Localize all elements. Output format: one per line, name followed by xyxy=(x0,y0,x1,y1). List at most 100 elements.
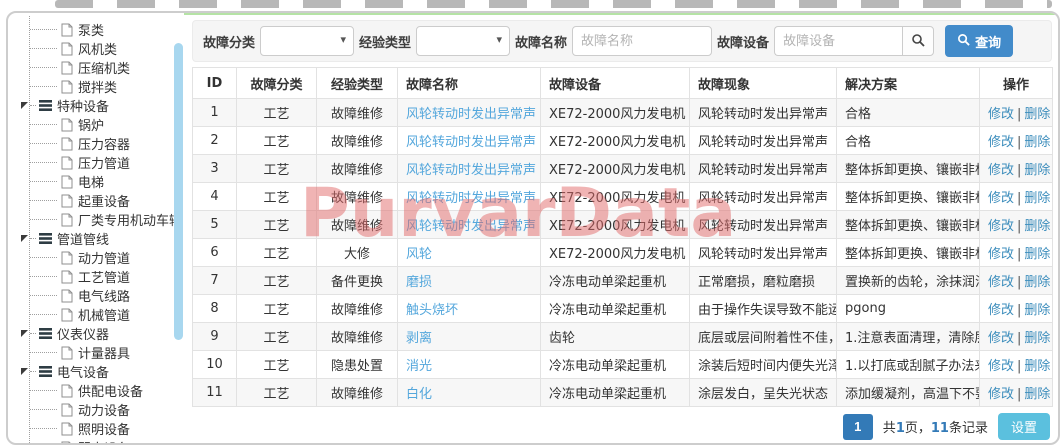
delete-link[interactable]: 删除 xyxy=(1024,303,1050,318)
tree-item[interactable]: 压力管道 xyxy=(8,153,184,172)
tree-item[interactable]: 供配电设备 xyxy=(8,381,184,400)
tree-item[interactable]: 动力设备 xyxy=(8,400,184,419)
delete-link[interactable]: 删除 xyxy=(1024,107,1050,122)
fault-name-link[interactable]: 剥离 xyxy=(406,331,432,346)
fault-name-link[interactable]: 风轮转动时发出异常声 xyxy=(406,163,536,178)
settings-button[interactable]: 设置 xyxy=(998,413,1050,440)
edit-link[interactable]: 修改 xyxy=(988,135,1014,150)
delete-link[interactable]: 删除 xyxy=(1024,387,1050,402)
delete-link[interactable]: 删除 xyxy=(1024,359,1050,374)
tree-item[interactable]: 特种设备 xyxy=(8,96,184,115)
file-icon xyxy=(61,194,73,208)
file-icon xyxy=(61,213,73,227)
tree-item[interactable]: 厂类专用机动车辆 xyxy=(8,210,184,229)
cell-solution: 1.注意表面清理，清除层间污染 xyxy=(837,323,980,351)
tree-item[interactable]: 计量器具 xyxy=(8,343,184,362)
column-header-phenomenon: 故障现象 xyxy=(690,68,837,99)
cell-category: 工艺 xyxy=(237,99,317,127)
file-icon xyxy=(61,308,73,322)
tree-item[interactable]: 压力容器 xyxy=(8,134,184,153)
experience-type-select[interactable] xyxy=(416,26,510,56)
tree-item[interactable]: 风机类 xyxy=(8,39,184,58)
fault-name-link[interactable]: 风轮转动时发出异常声 xyxy=(406,135,536,150)
fault-name-link[interactable]: 触头烧坏 xyxy=(406,303,458,318)
cell-device: 冷冻电动单梁起重机 xyxy=(541,379,690,407)
edit-link[interactable]: 修改 xyxy=(988,219,1014,234)
tree-item[interactable]: 管道管线 xyxy=(8,229,184,248)
fault-device-input[interactable] xyxy=(774,26,902,56)
delete-link[interactable]: 删除 xyxy=(1024,135,1050,150)
cell-phenomenon: 风轮转动时发出异常声 xyxy=(690,99,837,127)
tree-item[interactable]: 电气线路 xyxy=(8,286,184,305)
delete-link[interactable]: 删除 xyxy=(1024,247,1050,262)
delete-link[interactable]: 删除 xyxy=(1024,219,1050,234)
edit-link[interactable]: 修改 xyxy=(988,191,1014,206)
tree-item[interactable]: 仪表仪器 xyxy=(8,324,184,343)
cell-type: 故障维修 xyxy=(317,323,398,351)
edit-link[interactable]: 修改 xyxy=(988,275,1014,290)
tree-expand-toggle-icon[interactable] xyxy=(21,368,28,375)
edit-link[interactable]: 修改 xyxy=(988,331,1014,346)
table-row: 11 工艺 故障维修 白化 冷冻电动单梁起重机 涂层发白，呈失光状态 添加缓凝剂… xyxy=(193,379,1053,407)
cell-id: 4 xyxy=(193,183,237,211)
cell-name: 磨损 xyxy=(398,267,541,295)
table-row: 6 工艺 大修 风轮 XE72-2000风力发电机 风轮转动时发出异常声 整体拆… xyxy=(193,239,1053,267)
tree-expand-toggle-icon[interactable] xyxy=(21,235,28,242)
delete-link[interactable]: 删除 xyxy=(1024,275,1050,290)
tree-item[interactable]: 机械管道 xyxy=(8,305,184,324)
tree-expand-toggle-icon[interactable] xyxy=(21,330,28,337)
tree-item[interactable]: 电梯 xyxy=(8,172,184,191)
fault-name-link[interactable]: 风轮转动时发出异常声 xyxy=(406,219,536,234)
cell-actions: 修改|删除 xyxy=(980,323,1053,351)
cell-device: XE72-2000风力发电机 xyxy=(541,155,690,183)
fault-category-select[interactable] xyxy=(260,26,354,56)
main-panel: 故障分类 经验类型 故障名称 故障设备 xyxy=(184,13,1058,443)
delete-link[interactable]: 删除 xyxy=(1024,191,1050,206)
cell-device: XE72-2000风力发电机 xyxy=(541,183,690,211)
action-separator: | xyxy=(1017,359,1021,374)
page-number-button[interactable]: 1 xyxy=(843,414,873,440)
tree-item-label: 机械管道 xyxy=(78,305,130,324)
cell-id: 5 xyxy=(193,211,237,239)
tree-item[interactable]: 照明设备 xyxy=(8,419,184,438)
tree-item[interactable]: 锅炉 xyxy=(8,115,184,134)
delete-link[interactable]: 删除 xyxy=(1024,163,1050,178)
delete-link[interactable]: 删除 xyxy=(1024,331,1050,346)
edit-link[interactable]: 修改 xyxy=(988,107,1014,122)
cell-category: 工艺 xyxy=(237,351,317,379)
fault-name-link[interactable]: 风轮 xyxy=(406,247,432,262)
list-icon xyxy=(39,100,52,111)
edit-link[interactable]: 修改 xyxy=(988,303,1014,318)
fault-name-link[interactable]: 白化 xyxy=(406,387,432,402)
tree-item[interactable]: 动力管道 xyxy=(8,248,184,267)
tree-item[interactable]: 压缩机类 xyxy=(8,58,184,77)
fault-name-link[interactable]: 风轮转动时发出异常声 xyxy=(406,191,536,206)
tree-item-label: 计量器具 xyxy=(78,343,130,362)
cell-id: 8 xyxy=(193,295,237,323)
fault-name-link[interactable]: 风轮转动时发出异常声 xyxy=(406,107,536,122)
edit-link[interactable]: 修改 xyxy=(988,163,1014,178)
tree-item-label: 弱电设备 xyxy=(78,438,130,443)
tree-item[interactable]: 搅拌类 xyxy=(8,77,184,96)
query-button[interactable]: 查询 xyxy=(945,25,1013,57)
column-header-name: 故障名称 xyxy=(398,68,541,99)
edit-link[interactable]: 修改 xyxy=(988,387,1014,402)
edit-link[interactable]: 修改 xyxy=(988,247,1014,262)
tree-item[interactable]: 泵类 xyxy=(8,20,184,39)
file-icon xyxy=(61,403,73,417)
tree-item[interactable]: 起重设备 xyxy=(8,191,184,210)
device-search-button[interactable] xyxy=(902,26,934,56)
table-header-row: ID 故障分类 经验类型 故障名称 故障设备 故障现象 解决方案 操作 xyxy=(193,68,1053,99)
tree-item[interactable]: 弱电设备 xyxy=(8,438,184,443)
sidebar-scrollbar[interactable] xyxy=(174,43,183,340)
tree-item-label: 工艺管道 xyxy=(78,267,130,286)
cell-solution: 添加缓凝剂，高温下不要喷涂 xyxy=(837,379,980,407)
fault-name-link[interactable]: 磨损 xyxy=(406,275,432,290)
edit-link[interactable]: 修改 xyxy=(988,359,1014,374)
tree-item[interactable]: 工艺管道 xyxy=(8,267,184,286)
tree-expand-toggle-icon[interactable] xyxy=(21,102,28,109)
tree-item-label: 压缩机类 xyxy=(78,58,130,77)
fault-name-link[interactable]: 消光 xyxy=(406,359,432,374)
tree-item[interactable]: 电气设备 xyxy=(8,362,184,381)
fault-name-input[interactable] xyxy=(572,26,712,56)
